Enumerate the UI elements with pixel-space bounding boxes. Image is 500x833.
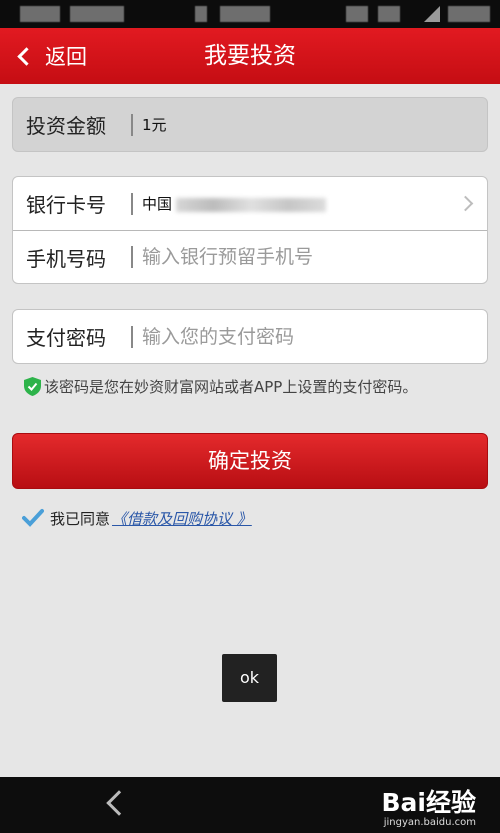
password-row: 支付密码 xyxy=(13,310,487,363)
chevron-left-icon xyxy=(17,46,36,66)
agreement-prefix: 我已同意 xyxy=(50,509,111,528)
amount-card: 投资金额 1元 xyxy=(12,97,488,152)
battery-icon xyxy=(448,6,490,22)
password-hint: 该密码是您在妙资财富网站或者APP上设置的支付密码。 xyxy=(24,376,417,397)
back-label: 返回 xyxy=(45,45,87,69)
amount-value: 1元 xyxy=(142,116,167,134)
system-nav-bar: Bai经验 jingyan.baidu.com xyxy=(0,777,500,833)
watermark-brand: Bai经验 xyxy=(381,788,477,817)
status-blur xyxy=(220,6,270,22)
bank-card-label: 银行卡号 xyxy=(26,193,106,217)
password-input[interactable] xyxy=(142,325,442,348)
status-blur xyxy=(20,6,60,22)
confirm-invest-button[interactable]: 确定投资 xyxy=(12,433,488,489)
signal-icon xyxy=(424,6,440,22)
agreement-link[interactable]: 《借款及回购协议 》 xyxy=(112,508,252,529)
hint-text: 该密码是您在妙资财富网站或者APP上设置的支付密码。 xyxy=(44,378,418,396)
navigation-bar: 我要投资 返回 xyxy=(0,28,500,84)
phone-label: 手机号码 xyxy=(26,246,106,271)
password-label: 支付密码 xyxy=(26,326,106,350)
phone-input[interactable] xyxy=(142,246,442,268)
card-phone-card: 银行卡号 中国 手机号码 xyxy=(12,176,488,284)
chevron-right-icon xyxy=(457,195,474,212)
toast-message: ok xyxy=(222,654,277,702)
watermark: Bai经验 jingyan.baidu.com xyxy=(382,783,477,828)
phone-row: 手机号码 xyxy=(13,230,487,283)
divider xyxy=(131,325,133,348)
watermark-url: jingyan.baidu.com xyxy=(383,817,476,828)
divider xyxy=(131,113,133,136)
divider xyxy=(131,246,133,268)
back-button[interactable]: 返回 xyxy=(14,28,87,84)
checkbox-checked-icon[interactable] xyxy=(22,507,44,529)
bank-card-value: 中国 xyxy=(142,193,327,214)
shield-check-icon xyxy=(24,377,41,396)
bank-name: 中国 xyxy=(142,195,173,213)
bank-card-row[interactable]: 银行卡号 中国 xyxy=(13,177,487,230)
status-bar xyxy=(0,0,500,28)
status-blur xyxy=(195,6,207,22)
system-back-icon[interactable] xyxy=(106,790,132,816)
status-blur xyxy=(378,6,400,22)
status-blur xyxy=(346,6,368,22)
amount-row: 投资金额 1元 xyxy=(13,98,487,151)
amount-label: 投资金额 xyxy=(26,114,106,138)
blurred-card-number xyxy=(176,197,327,212)
password-card: 支付密码 xyxy=(12,309,488,364)
divider xyxy=(131,192,133,215)
agreement-row: 我已同意 《借款及回购协议 》 xyxy=(22,507,252,529)
status-blur xyxy=(70,6,124,22)
